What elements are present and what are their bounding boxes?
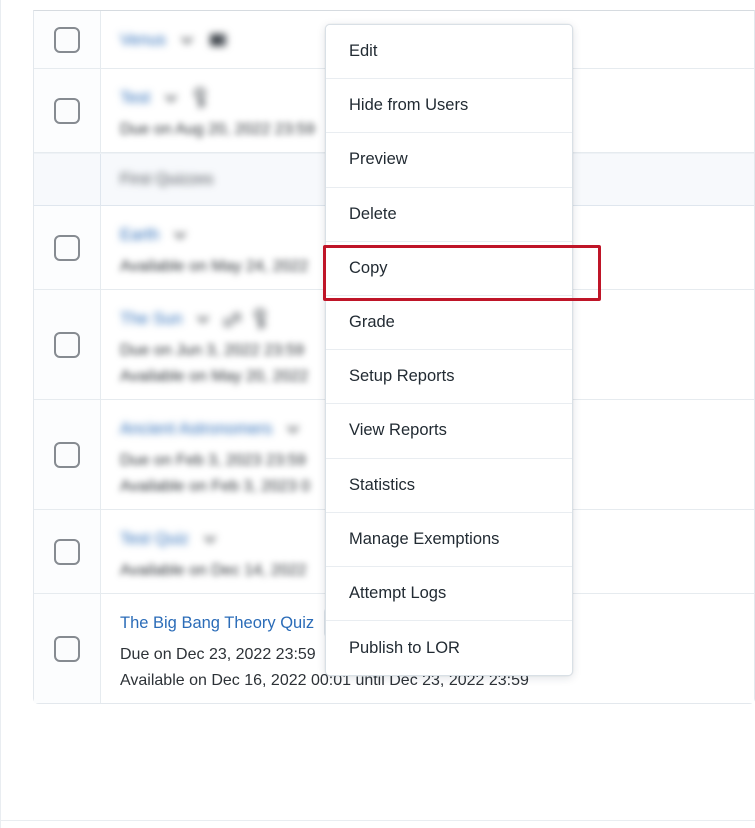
quiz-title-link[interactable]: Test Quiz: [120, 529, 189, 549]
quiz-actions-chevron-down-icon[interactable]: [199, 529, 221, 549]
section-checkbox-spacer: [34, 154, 101, 205]
row-select-checkbox[interactable]: [54, 331, 80, 358]
quiz-actions-chevron-down-icon[interactable]: [176, 30, 198, 50]
menu-item-manage-exemptions[interactable]: Manage Exemptions: [326, 512, 572, 567]
quiz-title-link[interactable]: Ancient Astronomers: [120, 419, 272, 439]
quiz-actions-chevron-down-icon[interactable]: [160, 88, 182, 108]
menu-item-copy[interactable]: Copy: [326, 241, 572, 296]
row-select-cell[interactable]: [34, 290, 101, 399]
row-select-checkbox[interactable]: [54, 441, 80, 468]
key-icon: [252, 308, 268, 329]
quiz-actions-chevron-down-icon[interactable]: [282, 419, 304, 439]
row-select-cell[interactable]: [34, 206, 101, 289]
menu-item-attempt-logs[interactable]: Attempt Logs: [326, 566, 572, 622]
quiz-actions-chevron-down-icon[interactable]: [192, 309, 214, 329]
section-title: First Quizzes: [120, 171, 214, 188]
key-icon: [192, 87, 208, 108]
quiz-title-link[interactable]: Venus: [120, 30, 166, 50]
menu-item-preview[interactable]: Preview: [326, 133, 572, 188]
quiz-title-link[interactable]: Test: [120, 88, 150, 108]
menu-item-publish-to-lor[interactable]: Publish to LOR: [326, 621, 572, 676]
row-select-cell[interactable]: [34, 510, 101, 593]
menu-item-edit[interactable]: Edit: [326, 25, 572, 80]
link-icon: [224, 310, 242, 328]
screen: Venus Test Due on Aug 20, 2022 23:59 First …: [0, 0, 755, 828]
menu-item-delete[interactable]: Delete: [326, 187, 572, 242]
row-select-checkbox[interactable]: [54, 538, 80, 565]
page-bottom-divider: [0, 820, 755, 821]
quiz-actions-context-menu[interactable]: Edit Hide from Users Preview Delete Copy Grad…: [325, 24, 573, 677]
row-select-cell[interactable]: [34, 69, 101, 152]
menu-item-statistics[interactable]: Statistics: [326, 458, 572, 513]
quiz-actions-chevron-down-icon[interactable]: [169, 225, 191, 245]
menu-item-grade[interactable]: Grade: [326, 295, 572, 351]
quiz-title-link[interactable]: The Sun: [120, 309, 182, 329]
attachment-icon: [208, 31, 228, 49]
row-select-checkbox[interactable]: [54, 635, 80, 662]
menu-item-view-reports[interactable]: View Reports: [326, 404, 572, 459]
row-select-cell[interactable]: [34, 400, 101, 509]
row-select-checkbox[interactable]: [54, 234, 80, 261]
menu-item-hide-from-users[interactable]: Hide from Users: [326, 79, 572, 134]
menu-item-setup-reports[interactable]: Setup Reports: [326, 350, 572, 405]
page-left-divider: [0, 0, 1, 828]
row-select-checkbox[interactable]: [54, 97, 80, 124]
row-select-cell[interactable]: [34, 594, 101, 703]
row-select-cell[interactable]: [34, 11, 101, 68]
quiz-title-link[interactable]: Earth: [120, 225, 159, 245]
row-select-checkbox[interactable]: [54, 26, 80, 53]
quiz-title-link[interactable]: The Big Bang Theory Quiz: [120, 613, 314, 633]
